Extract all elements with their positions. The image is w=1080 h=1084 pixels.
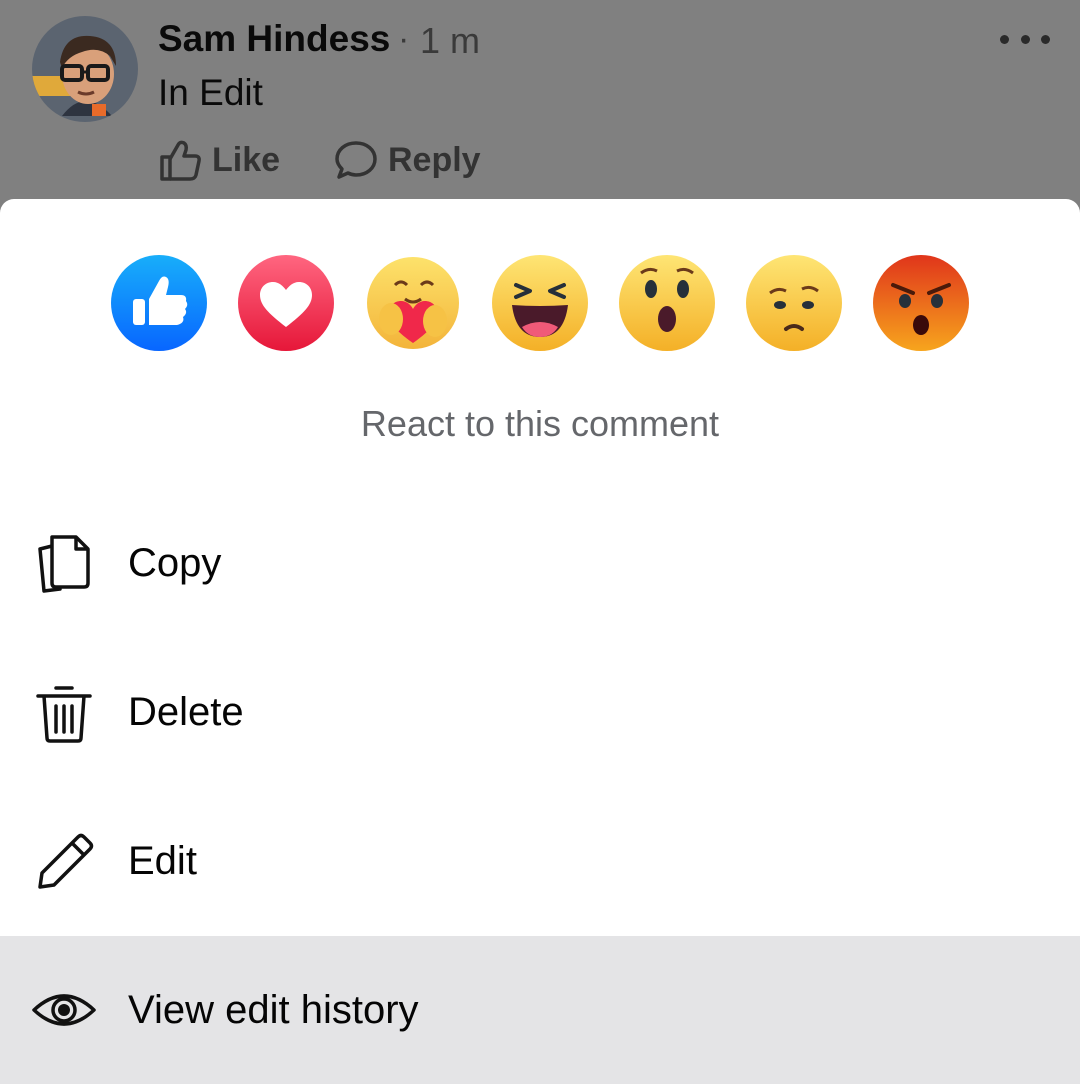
copy-icon — [30, 529, 98, 597]
comment-author[interactable]: Sam Hindess — [158, 18, 390, 60]
reaction-angry-icon[interactable] — [873, 255, 969, 351]
reaction-wow-icon[interactable] — [619, 255, 715, 351]
menu-label-copy: Copy — [128, 540, 222, 585]
avatar[interactable] — [32, 16, 138, 122]
react-prompt-label: React to this comment — [360, 403, 720, 444]
reaction-love-icon[interactable] — [238, 255, 334, 351]
action-sheet: React to this comment Copy Delete Edit V… — [0, 199, 1080, 1084]
speech-bubble-icon — [335, 141, 377, 179]
menu-item-view-edit-history[interactable]: View edit history — [0, 936, 1080, 1084]
like-action[interactable]: Like — [158, 136, 280, 184]
menu-label-edit: Edit — [128, 838, 197, 883]
thumbs-up-outline-icon — [160, 140, 201, 181]
reaction-haha-icon[interactable] — [492, 255, 588, 351]
trash-icon — [30, 678, 98, 746]
comment-text: In Edit — [158, 72, 263, 113]
eye-icon — [30, 976, 98, 1044]
reply-action[interactable]: Reply — [334, 136, 481, 184]
menu-item-delete[interactable]: Delete — [0, 638, 1080, 786]
reply-label: Reply — [388, 140, 481, 179]
more-horizontal-icon[interactable] — [1000, 28, 1050, 50]
comment: Sam Hindess · 1 m In Edit Like Reply — [0, 0, 1080, 200]
reaction-bar — [0, 255, 1080, 355]
comment-timestamp: 1 m — [420, 20, 481, 61]
separator-dot: · — [398, 20, 410, 58]
pencil-icon — [30, 827, 98, 895]
reaction-care-icon[interactable] — [365, 255, 461, 351]
menu-label-delete: Delete — [128, 689, 244, 734]
reaction-like-icon[interactable] — [111, 255, 207, 351]
reaction-sad-icon[interactable] — [746, 255, 842, 351]
menu-item-copy[interactable]: Copy — [0, 489, 1080, 637]
like-label: Like — [212, 140, 281, 179]
menu-label-view-edit-history: View edit history — [128, 987, 419, 1032]
menu-item-edit[interactable]: Edit — [0, 787, 1080, 935]
